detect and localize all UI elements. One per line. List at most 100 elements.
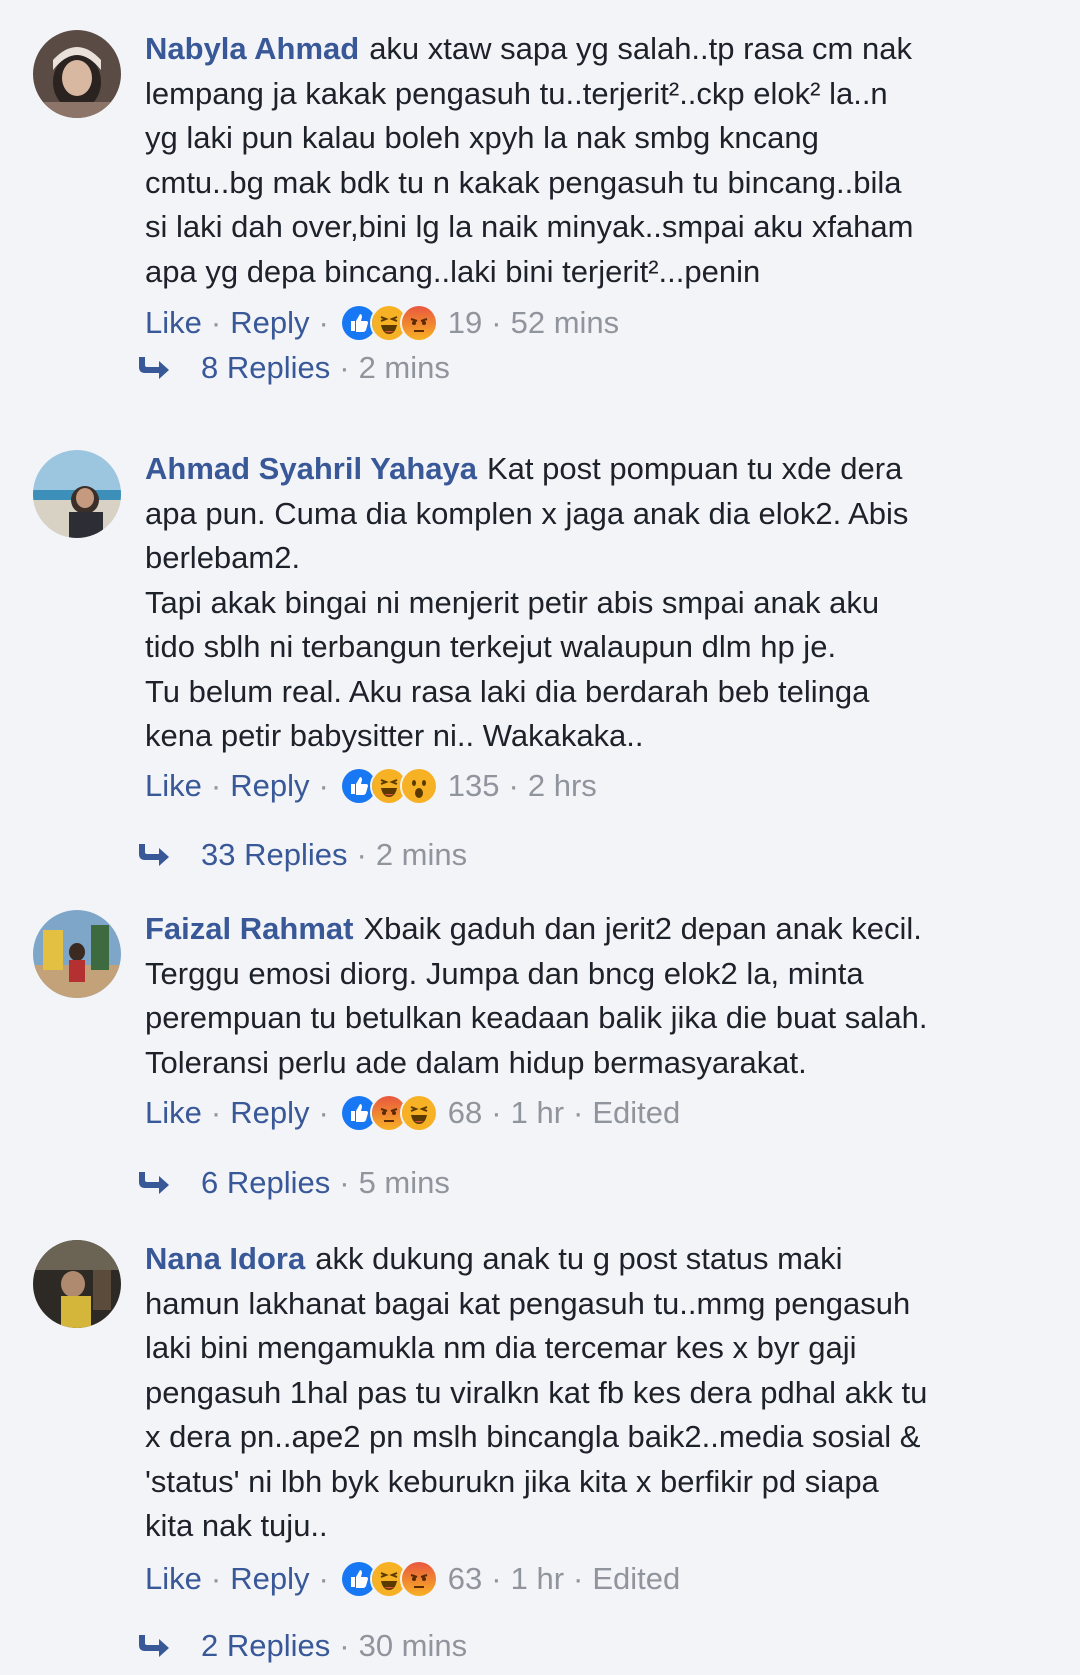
comment-actions: Like · Reply · 68 · 1 hr · Edited <box>145 1091 680 1135</box>
reactions[interactable] <box>339 1094 438 1132</box>
comment-line: Xbaik gaduh dan jerit2 depan anak kecil. <box>363 911 922 946</box>
comment-author[interactable]: Nabyla Ahmad <box>145 31 359 66</box>
comment-actions: Like · Reply · 135 · 2 hrs <box>145 764 597 808</box>
separator: · <box>318 1095 329 1130</box>
comment-line: tido sblh ni terbangun terkejut walaupun… <box>145 629 837 664</box>
reply-arrow-icon <box>139 844 169 866</box>
comment-time[interactable]: 1 hr <box>511 1561 564 1597</box>
replies-count[interactable]: 2 Replies <box>201 1628 330 1664</box>
separator: · <box>318 305 329 340</box>
reaction-count[interactable]: 19 <box>448 305 482 341</box>
comment-text: Ahmad Syahril Yahaya Kat post pompuan tu … <box>145 447 1025 759</box>
comment-line: kita nak tuju.. <box>145 1508 328 1543</box>
comment-author[interactable]: Faizal Rahmat <box>145 911 353 946</box>
comment-line: Terggu emosi diorg. Jumpa dan bncg elok2… <box>145 955 864 991</box>
reactions[interactable] <box>339 304 438 342</box>
reply-link[interactable]: Reply <box>230 1561 309 1597</box>
reaction-count[interactable]: 63 <box>448 1561 482 1597</box>
reply-arrow-icon <box>139 1172 169 1194</box>
comment-body: Faizal Rahmat Xbaik gaduh dan jerit2 depa… <box>145 907 1025 1085</box>
replies-time: 2 mins <box>375 837 468 872</box>
wow-icon <box>399 767 438 805</box>
comment-line: aku xtaw sapa yg salah..tp rasa cm nak <box>369 31 912 66</box>
angry-icon <box>399 304 438 342</box>
separator: · <box>318 1561 329 1596</box>
comment-line: Kat post pompuan tu xde dera <box>486 451 903 486</box>
replies-count[interactable]: 6 Replies <box>201 1165 330 1201</box>
replies-count[interactable]: 8 Replies <box>201 350 330 386</box>
comment-body: Ahmad Syahril Yahaya Kat post pompuan tu … <box>145 447 1025 759</box>
reaction-count[interactable]: 135 <box>448 768 500 804</box>
reply-link[interactable]: Reply <box>230 768 309 804</box>
comment-line: yg laki pun kalau boleh xpyh la nak smbg… <box>145 120 819 155</box>
comment-line: Tapi akak bingai ni menjerit petir abis … <box>145 584 880 620</box>
comment-actions: Like · Reply · 19 · 52 mins <box>145 301 619 345</box>
reply-arrow-icon <box>139 1635 169 1657</box>
avatar[interactable] <box>33 450 121 538</box>
comment-line: hamun lakhanat bagai kat pengasuh tu..mm… <box>145 1285 911 1321</box>
comment-body: Nana Idora akk dukung anak tu g post stat… <box>145 1237 1025 1549</box>
replies-count[interactable]: 33 Replies <box>201 837 347 873</box>
separator: · <box>339 350 350 385</box>
comment-line: Tu belum real. Aku rasa laki dia berdara… <box>145 673 870 709</box>
separator: · <box>573 1561 584 1596</box>
comment-line: x dera pn..ape2 pn mslh bincangla baik2.… <box>145 1419 921 1454</box>
separator: · <box>339 1628 350 1663</box>
like-link[interactable]: Like <box>145 1561 202 1597</box>
comment-line: cmtu..bg mak bdk tu n kakak pengasuh tu … <box>145 164 902 200</box>
separator: · <box>573 1095 584 1130</box>
view-replies[interactable]: 6 Replies · 5 mins <box>135 1161 450 1205</box>
comment-line: akk dukung anak tu g post status maki <box>315 1241 843 1276</box>
comment-line: Toleransi perlu ade dalam hidup bermasya… <box>145 1044 807 1080</box>
reactions[interactable] <box>339 767 438 805</box>
comment-text: Nana Idora akk dukung anak tu g post stat… <box>145 1237 1025 1549</box>
separator: · <box>491 1561 502 1596</box>
like-link[interactable]: Like <box>145 305 202 341</box>
angry-icon <box>399 1560 438 1598</box>
comment-line: perempuan tu betulkan keadaan balik jika… <box>145 1000 928 1035</box>
replies-time: 30 mins <box>358 1628 468 1663</box>
reply-link[interactable]: Reply <box>230 1095 309 1131</box>
like-link[interactable]: Like <box>145 1095 202 1131</box>
separator: · <box>491 305 502 340</box>
comment-time[interactable]: 52 mins <box>511 305 620 341</box>
replies-time: 5 mins <box>358 1165 450 1200</box>
reply-arrow-icon <box>139 357 169 379</box>
avatar[interactable] <box>33 910 121 998</box>
separator: · <box>318 768 329 803</box>
comment-author[interactable]: Ahmad Syahril Yahaya <box>145 451 477 486</box>
avatar[interactable] <box>33 30 121 118</box>
comment-line: apa yg depa bincang..laki bini terjerit²… <box>145 253 761 289</box>
comment-text: Nabyla Ahmad aku xtaw sapa yg salah..tp r… <box>145 27 1025 294</box>
view-replies[interactable]: 2 Replies · 30 mins <box>135 1624 467 1668</box>
edited-label[interactable]: Edited <box>592 1095 680 1131</box>
view-replies[interactable]: 8 Replies · 2 mins <box>135 346 450 390</box>
comment-author[interactable]: Nana Idora <box>145 1241 305 1276</box>
avatar[interactable] <box>33 1240 121 1328</box>
reaction-count[interactable]: 68 <box>448 1095 482 1131</box>
comment-time[interactable]: 2 hrs <box>528 768 597 804</box>
reactions[interactable] <box>339 1560 438 1598</box>
view-replies[interactable]: 33 Replies · 2 mins <box>135 833 467 877</box>
haha-icon <box>399 1094 438 1132</box>
comment-body: Nabyla Ahmad aku xtaw sapa yg salah..tp r… <box>145 27 1025 294</box>
comment-text: Faizal Rahmat Xbaik gaduh dan jerit2 depa… <box>145 907 1025 1085</box>
comment-line: si laki dah over,bini lg la naik minyak.… <box>145 209 914 244</box>
comment-line: pengasuh 1hal pas tu viralkn kat fb kes … <box>145 1374 928 1410</box>
comment-line: apa pun. Cuma dia komplen x jaga anak di… <box>145 495 909 531</box>
separator: · <box>508 768 519 803</box>
reply-link[interactable]: Reply <box>230 305 309 341</box>
comment-line: kena petir babysitter ni.. Wakakaka.. <box>145 718 644 753</box>
separator: · <box>491 1095 502 1130</box>
comment-time[interactable]: 1 hr <box>511 1095 564 1131</box>
separator: · <box>210 305 222 340</box>
edited-label[interactable]: Edited <box>592 1561 680 1597</box>
comment-line: berlebam2. <box>145 540 301 575</box>
separator: · <box>210 1095 222 1130</box>
like-link[interactable]: Like <box>145 768 202 804</box>
replies-time: 2 mins <box>358 350 450 385</box>
separator: · <box>210 1561 222 1596</box>
comment-line: lempang ja kakak pengasuh tu..terjerit².… <box>145 75 888 111</box>
comment-line: laki bini mengamukla nm dia tercemar kes… <box>145 1330 857 1365</box>
separator: · <box>356 837 367 872</box>
